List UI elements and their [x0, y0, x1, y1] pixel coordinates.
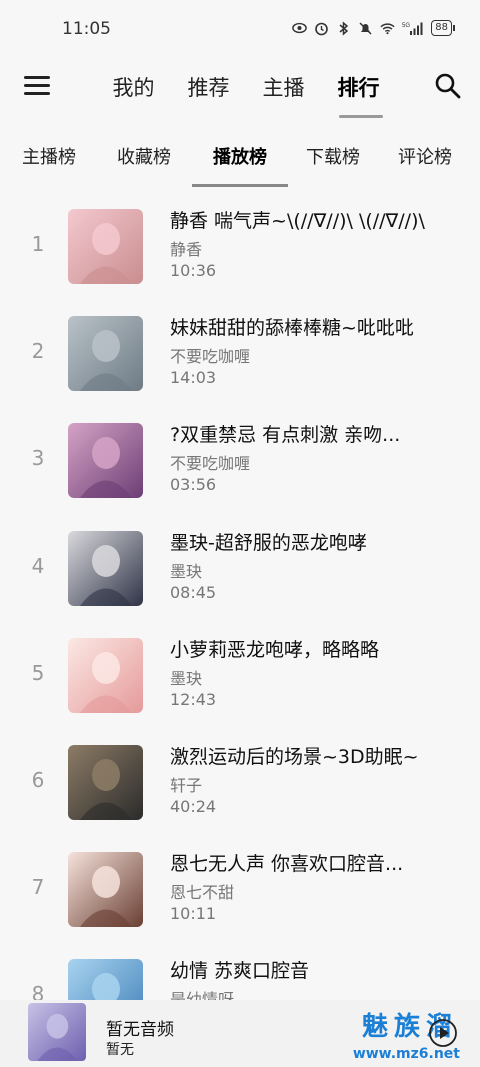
track-artist: 墨玦 — [170, 668, 203, 688]
mini-player[interactable]: 暂无音频 暂无 魅族溜 www.mz6.net — [0, 1000, 480, 1067]
track-row[interactable]: 8 幼情 苏爽口腔音 是幼情呀 — [0, 942, 480, 1000]
track-rank: 3 — [31, 446, 45, 471]
subtab-comment-ranking[interactable]: 评论榜 — [394, 135, 456, 187]
track-cover — [68, 637, 143, 713]
track-title: ?双重禁忌 有点刺激 亲吻... — [170, 424, 401, 447]
signal-icon: 5G — [402, 21, 424, 36]
track-title: 墨玦-超舒服的恶龙咆哮 — [170, 531, 367, 554]
site-watermark: 魅族溜 www.mz6.net — [342, 1002, 462, 1064]
ranking-subtabs: 主播榜 收藏榜 播放榜 下载榜 评论榜 — [0, 135, 480, 187]
track-duration: 12:43 — [170, 689, 217, 709]
track-row[interactable]: 4 墨玦-超舒服的恶龙咆哮 墨玦 08:45 — [0, 514, 480, 621]
track-rank: 6 — [31, 767, 45, 792]
track-rank: 7 — [31, 875, 45, 900]
track-artist: 恩七不甜 — [170, 883, 235, 903]
track-artist: 不要吃咖喱 — [170, 347, 251, 367]
player-subtitle: 暂无 — [106, 1042, 134, 1058]
track-title: 小萝莉恶龙咆哮，略略略 — [170, 638, 380, 661]
track-duration: 08:45 — [170, 582, 217, 602]
alarm-icon — [314, 21, 329, 36]
track-row[interactable]: 2 妹妹甜甜的舔棒棒糖~吡吡吡 不要吃咖喱 14:03 — [0, 299, 480, 406]
track-title: 激烈运动后的场景~3D助眠~ — [170, 745, 419, 768]
track-title: 恩七无人声 你喜欢口腔音... — [170, 853, 404, 876]
subtab-play-ranking[interactable]: 播放榜 — [192, 135, 288, 187]
track-list: 1 静香 喘气声~\(//∇//)\ \(//∇//)\ 静香 10:36 2 … — [0, 192, 480, 1000]
track-duration: 10:11 — [170, 904, 217, 924]
track-rank: 2 — [31, 339, 45, 364]
player-cover — [28, 1003, 86, 1061]
track-row[interactable]: 5 小萝莉恶龙咆哮，略略略 墨玦 12:43 — [0, 621, 480, 728]
watermark-url: www.mz6.net — [352, 1046, 460, 1062]
track-row[interactable]: 3 ?双重禁忌 有点刺激 亲吻... 不要吃咖喱 03:56 — [0, 406, 480, 513]
play-circle-icon[interactable] — [428, 1018, 458, 1048]
tab-ranking[interactable]: 排行 — [321, 70, 396, 118]
track-duration: 03:56 — [170, 475, 217, 495]
track-row[interactable]: 1 静香 喘气声~\(//∇//)\ \(//∇//)\ 静香 10:36 — [0, 192, 480, 299]
top-navigation: 我的 推荐 主播 排行 — [0, 58, 480, 118]
search-icon[interactable] — [434, 72, 462, 100]
player-title: 暂无音频 — [106, 1020, 174, 1040]
track-artist: 是幼情呀 — [170, 990, 235, 1000]
menu-icon[interactable] — [24, 76, 50, 98]
track-duration: 10:36 — [170, 261, 217, 280]
track-cover — [68, 530, 143, 606]
network-type: 5G — [402, 23, 410, 29]
track-rank: 4 — [31, 553, 45, 578]
tab-recommend[interactable]: 推荐 — [171, 70, 246, 116]
track-artist: 静香 — [170, 240, 203, 259]
track-rank: 5 — [31, 660, 45, 685]
track-cover — [68, 209, 143, 284]
track-rank: 1 — [31, 232, 45, 256]
status-bar: 11:05 5G 88 — [0, 0, 480, 58]
battery-indicator: 88 — [431, 20, 455, 36]
track-cover — [68, 423, 143, 499]
track-duration: 14:03 — [170, 368, 217, 388]
track-title: 妹妹甜甜的舔棒棒糖~吡吡吡 — [170, 317, 414, 340]
track-cover — [68, 852, 143, 928]
track-duration: 40:24 — [170, 796, 217, 816]
tab-host[interactable]: 主播 — [246, 70, 321, 116]
eye-icon — [292, 21, 308, 36]
track-artist: 轩子 — [170, 775, 203, 795]
track-row[interactable]: 7 恩七无人声 你喜欢口腔音... 恩七不甜 10:11 — [0, 835, 480, 942]
track-cover — [68, 959, 143, 1000]
status-icons: 5G 88 — [292, 20, 455, 36]
track-artist: 墨玦 — [170, 561, 203, 581]
top-tabs: 我的 推荐 主播 排行 — [96, 70, 396, 118]
bluetooth-icon — [336, 20, 351, 36]
wifi-icon — [380, 21, 395, 36]
subtab-host-ranking[interactable]: 主播榜 — [18, 135, 80, 187]
track-row[interactable]: 6 激烈运动后的场景~3D助眠~ 轩子 40:24 — [0, 728, 480, 835]
status-time: 11:05 — [62, 19, 111, 39]
subtab-favorite-ranking[interactable]: 收藏榜 — [114, 135, 174, 187]
tab-mine[interactable]: 我的 — [96, 70, 171, 116]
track-cover — [68, 316, 143, 392]
track-rank: 8 — [31, 982, 45, 1000]
track-cover — [68, 744, 143, 820]
track-title: 静香 喘气声~\(//∇//)\ \(//∇//)\ — [170, 210, 425, 232]
subtab-download-ranking[interactable]: 下载榜 — [302, 135, 364, 187]
mute-bell-icon — [358, 21, 373, 36]
track-artist: 不要吃咖喱 — [170, 454, 251, 474]
track-title: 幼情 苏爽口腔音 — [170, 960, 310, 983]
